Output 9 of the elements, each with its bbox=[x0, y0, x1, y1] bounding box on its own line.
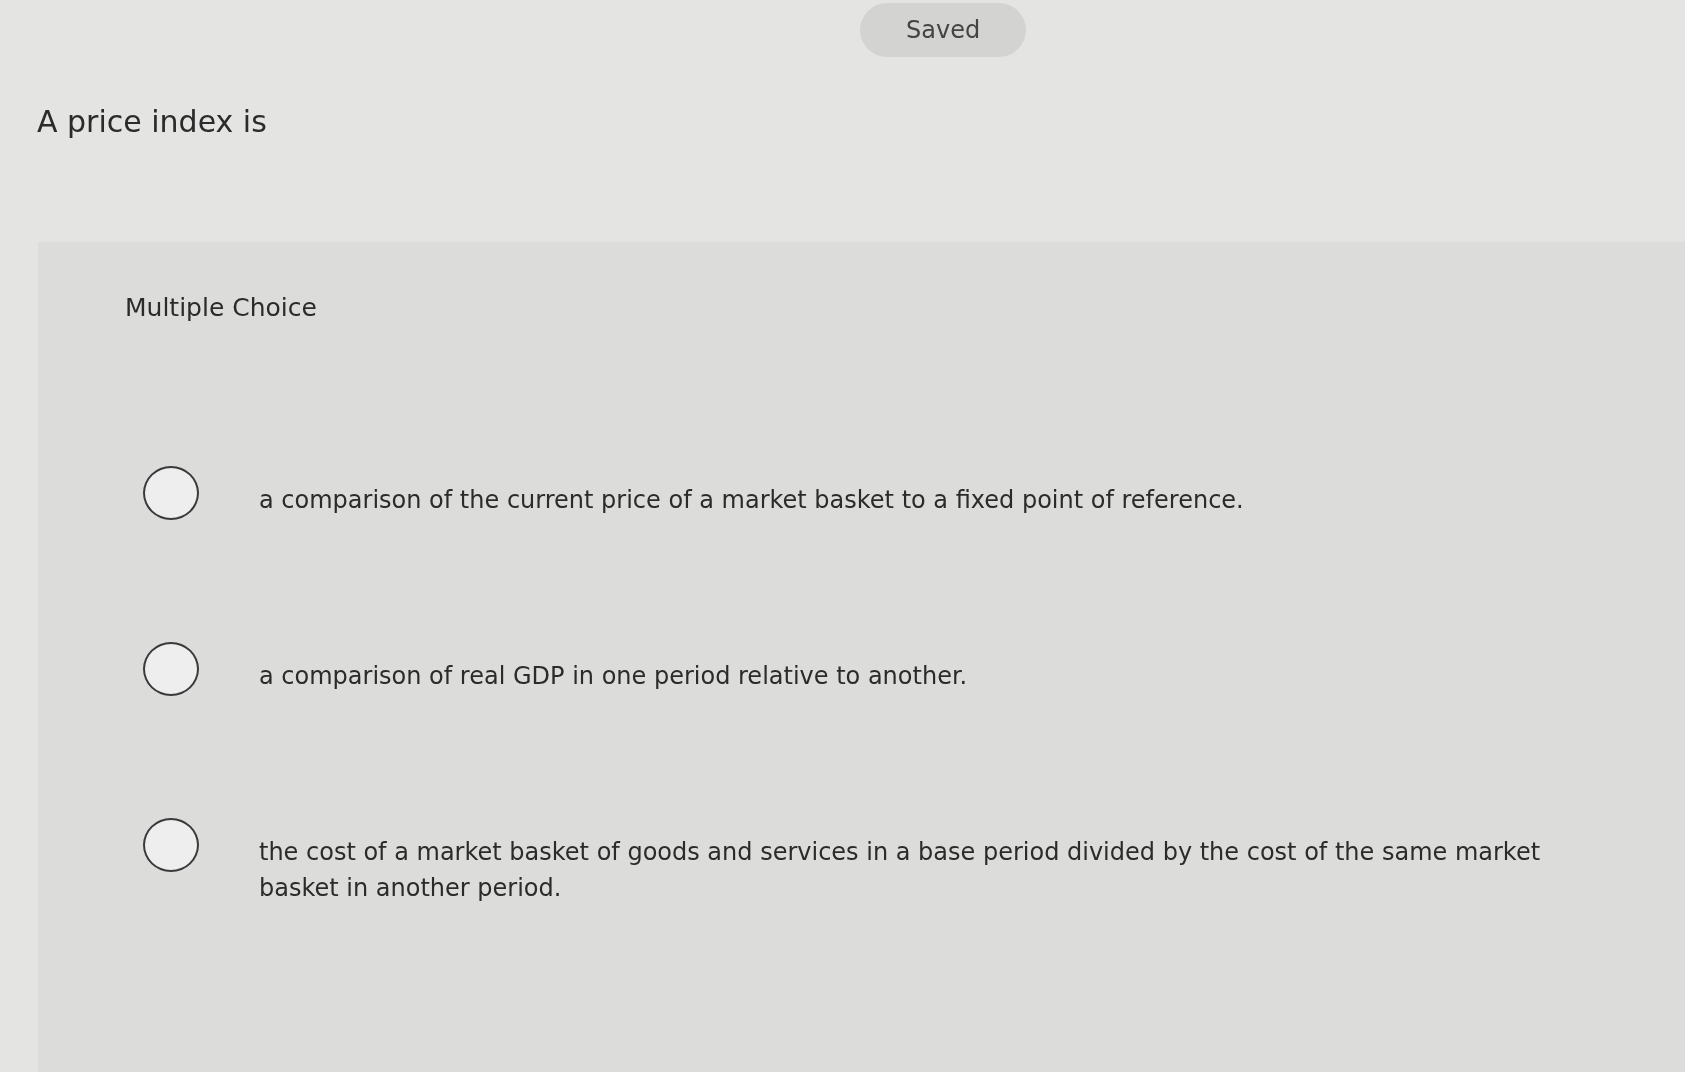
question-type-label: Multiple Choice bbox=[125, 292, 317, 324]
answer-option-text[interactable]: the cost of a market basket of goods and services in a base period divided by the cost of the same market basket in another period. bbox=[259, 818, 1584, 906]
question-prompt: A price index is bbox=[37, 103, 267, 141]
radio-button[interactable] bbox=[143, 818, 199, 872]
radio-button[interactable] bbox=[143, 642, 199, 696]
saved-status: Saved bbox=[860, 3, 1027, 57]
radio-button[interactable] bbox=[143, 466, 199, 520]
answer-option-text[interactable]: a comparison of the current price of a market basket to a fixed point of reference. bbox=[259, 466, 1584, 518]
answer-option-text[interactable]: a comparison of real GDP in one period relative to another. bbox=[259, 642, 1584, 694]
